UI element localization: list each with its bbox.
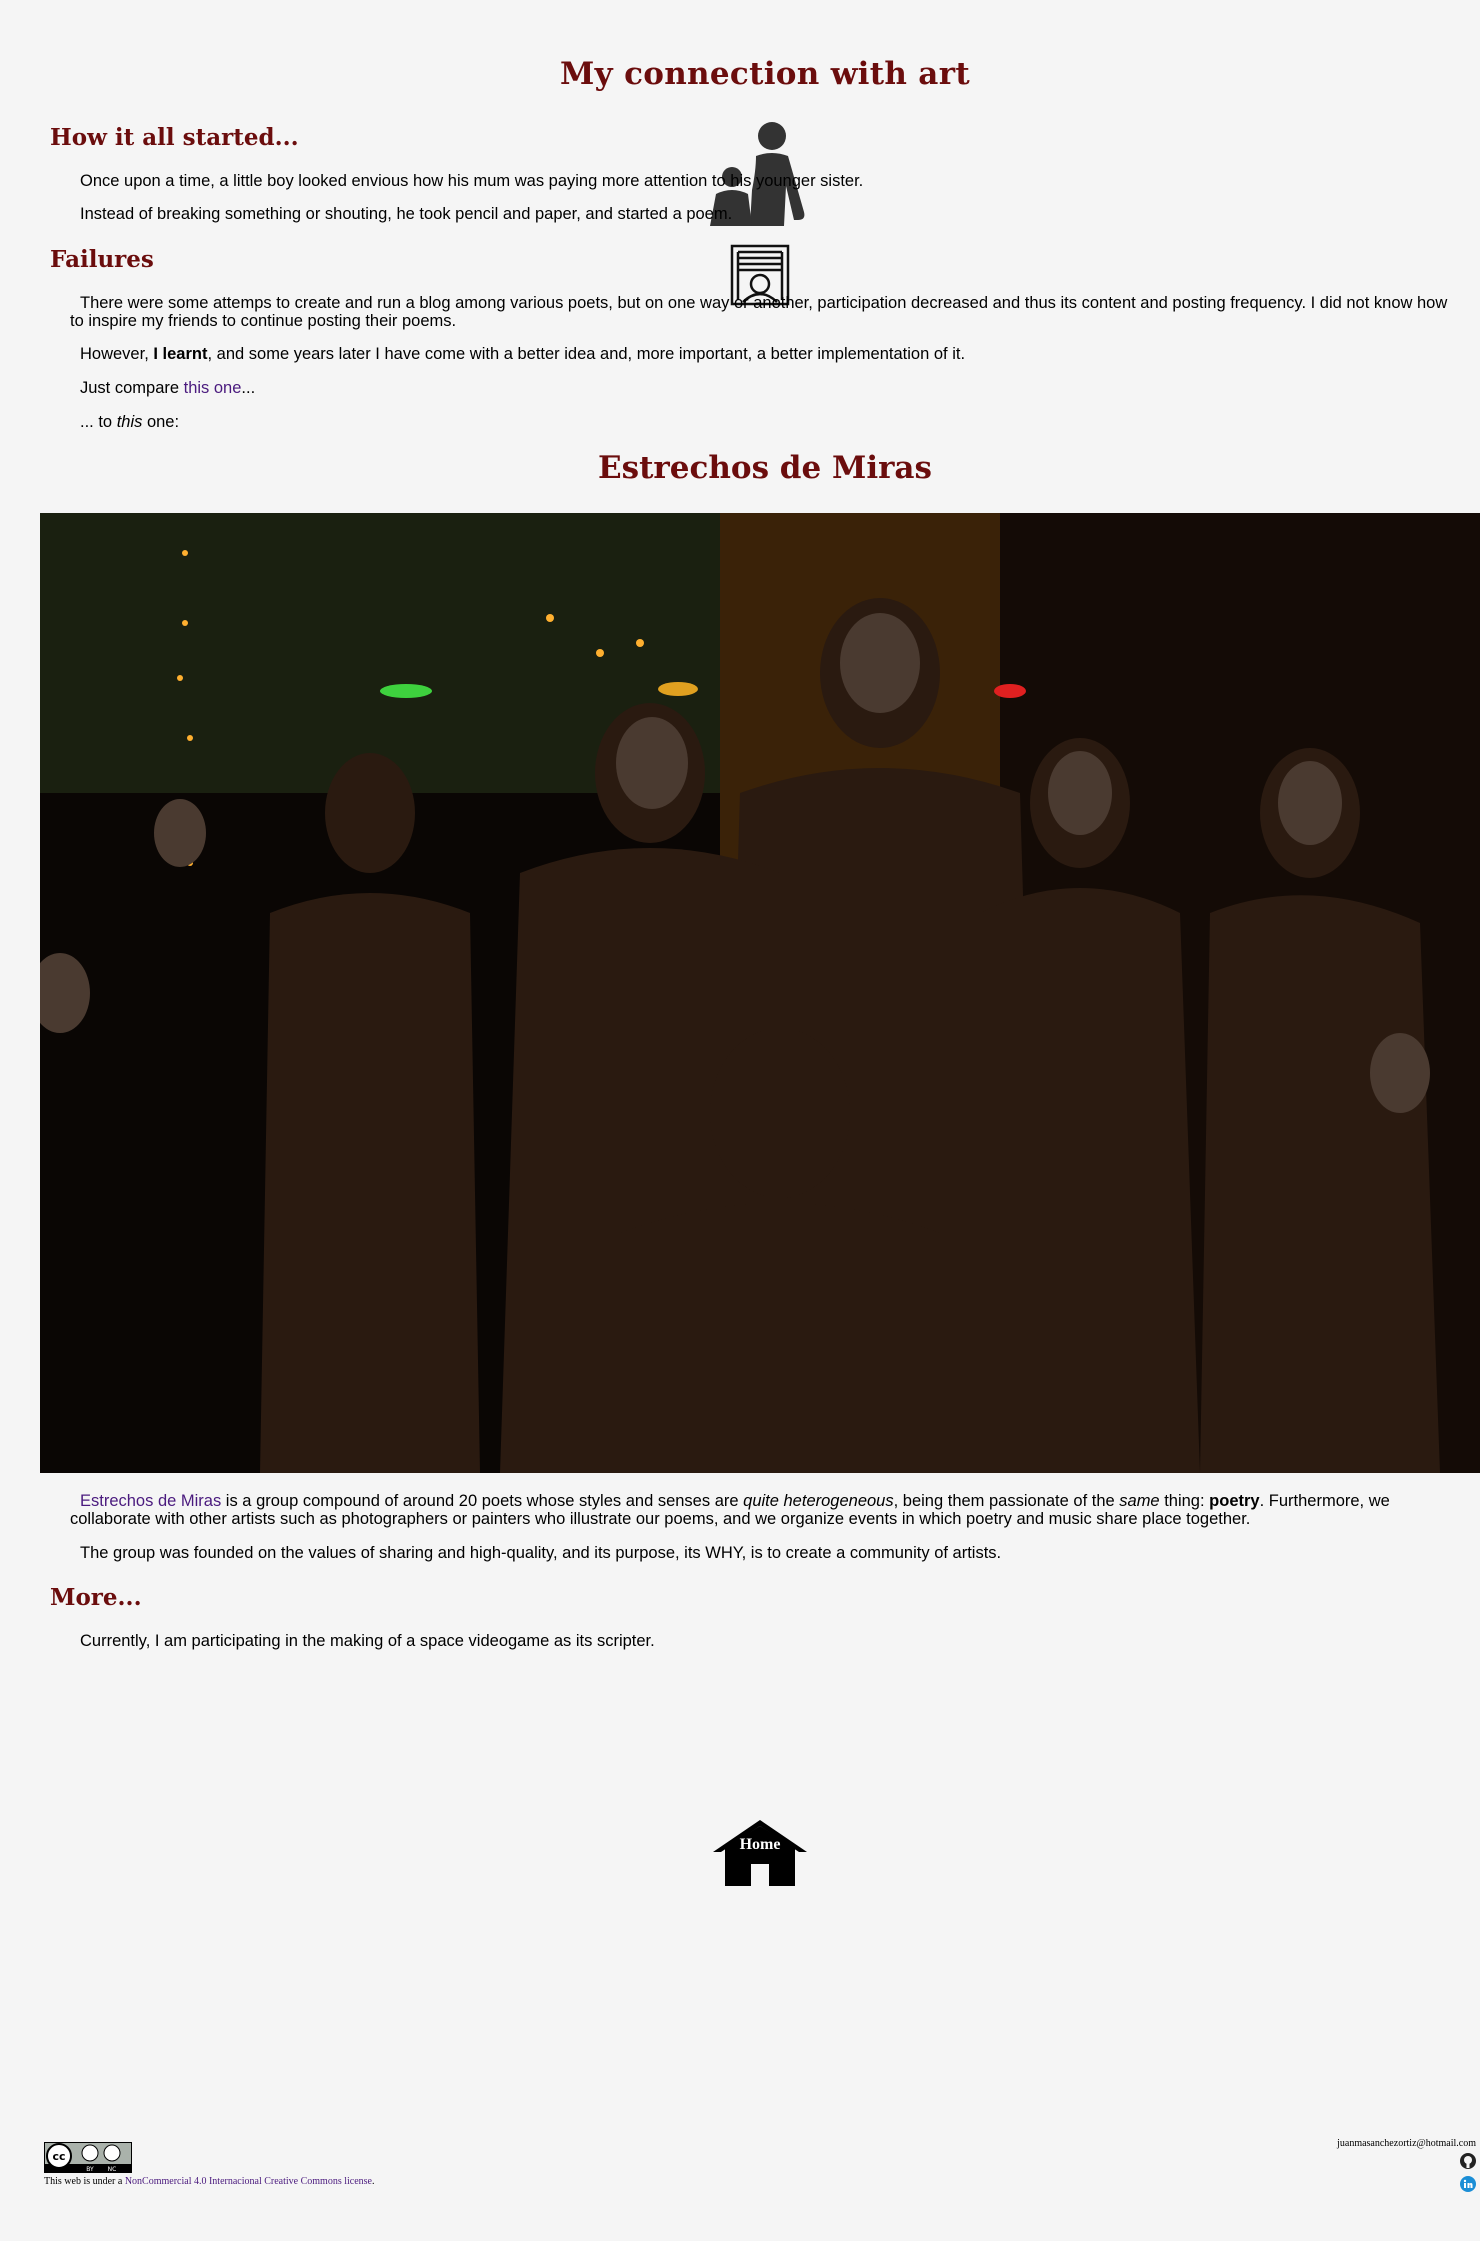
home-button[interactable]: Home — [711, 1818, 809, 1888]
license-notice: This web is under a NonCommercial 4.0 In… — [44, 2176, 375, 2187]
email-link[interactable]: juanmasanchezortiz@hotmail.com — [1337, 2138, 1476, 2149]
paragraph-estrechos-2: The group was founded on the values of s… — [80, 1544, 1002, 1562]
cc-by-nc-badge[interactable]: cc BY NC — [44, 2142, 132, 2178]
heading-failures: Failures — [50, 246, 154, 273]
this-one-link[interactable]: this one — [184, 379, 242, 397]
paragraph-failures-3: Just compare this one... — [80, 379, 256, 397]
paragraph-more-1: Currently, I am participating in the mak… — [80, 1632, 655, 1650]
paragraph-started-2: Instead of breaking something or shoutin… — [80, 205, 733, 223]
page-title: My connection with art — [560, 56, 970, 92]
paragraph-failures-1: There were some attemps to create and ru… — [70, 294, 1448, 330]
heading-more: More... — [50, 1584, 142, 1611]
section-title-estrechos: Estrechos de Miras — [598, 450, 932, 486]
paragraph-started-1: Once upon a time, a little boy looked en… — [80, 172, 864, 190]
badge-by-text: BY — [86, 2166, 94, 2173]
github-icon[interactable] — [1337, 2153, 1476, 2172]
paragraph-failures-4: ... to this one: — [80, 413, 180, 431]
contact-block: juanmasanchezortiz@hotmail.com — [1337, 2138, 1476, 2195]
badge-cc-text: cc — [52, 2150, 65, 2163]
heading-how-it-started: How it all started... — [50, 124, 299, 151]
license-link[interactable]: NonCommercial 4.0 Internacional Creative… — [125, 2176, 372, 2187]
badge-nc-text: NC — [108, 2166, 117, 2173]
estrechos-de-miras-link[interactable]: Estrechos de Miras — [80, 1492, 221, 1510]
group-photo — [40, 513, 1480, 1473]
home-label: Home — [739, 1836, 781, 1853]
linkedin-icon[interactable] — [1337, 2176, 1476, 2195]
paragraph-estrechos-1: Estrechos de Miras is a group compound o… — [70, 1492, 1390, 1528]
paragraph-failures-2: However, I learnt, and some years later … — [80, 345, 966, 363]
